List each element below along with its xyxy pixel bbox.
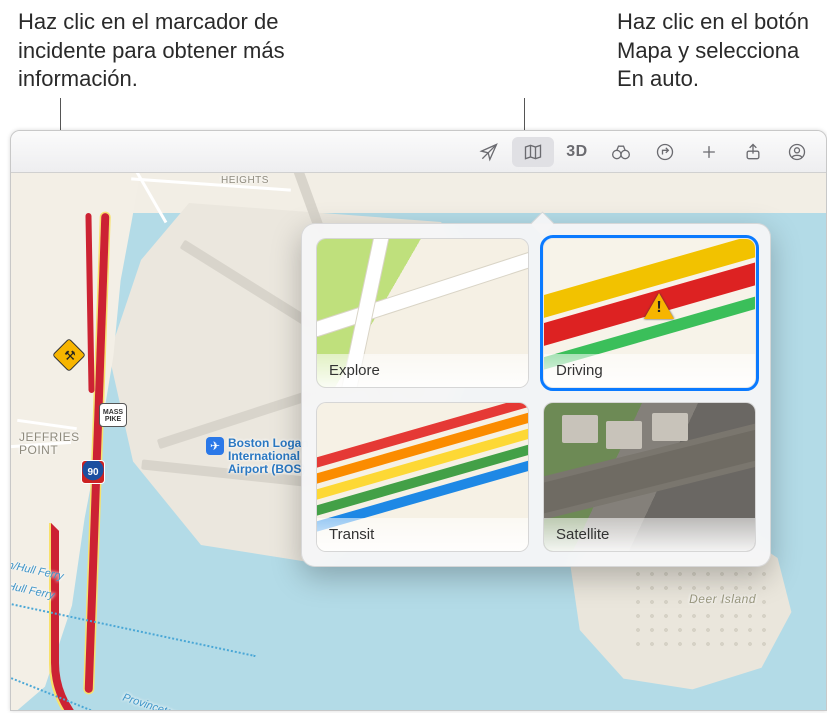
map-mode-explore[interactable]: Explore	[316, 238, 529, 388]
mode-label: Satellite	[544, 518, 755, 551]
map-mode-driving[interactable]: ! Driving	[543, 238, 756, 388]
airport-label: Boston Logan International Airport (BOS)	[228, 437, 309, 477]
callout-incident: Haz clic en el marcador de incidente par…	[18, 8, 285, 130]
directions-icon	[655, 142, 675, 162]
look-around-button[interactable]	[600, 137, 642, 167]
toolbar: 3D	[11, 131, 826, 173]
airplane-icon: ✈	[206, 437, 224, 455]
plus-icon	[699, 142, 719, 162]
share-icon	[743, 142, 763, 162]
location-off-icon	[479, 142, 499, 162]
map-mode-popover: Explore ! Driving	[301, 223, 771, 567]
add-button[interactable]	[688, 137, 730, 167]
mode-label: Driving	[544, 354, 755, 387]
masspike-shield[interactable]: MASS PIKE	[99, 403, 127, 427]
map-canvas[interactable]: HEIGHTS JEFFRIES POINT Deer Island n/Hul…	[11, 173, 826, 710]
directions-button[interactable]	[644, 137, 686, 167]
map-mode-transit[interactable]: Transit	[316, 402, 529, 552]
airport-poi[interactable]: ✈ Boston Logan International Airport (BO…	[206, 437, 309, 477]
map-mode-satellite[interactable]: Satellite	[543, 402, 756, 552]
interstate-shield[interactable]: 90	[81, 460, 105, 484]
share-button[interactable]	[732, 137, 774, 167]
incident-marker[interactable]: ⚒	[57, 343, 83, 369]
mode-label: Explore	[317, 354, 528, 387]
binoculars-icon	[611, 142, 631, 162]
shield-label: MASS PIKE	[103, 409, 123, 423]
hazard-icon: !	[644, 293, 674, 323]
3d-label: 3D	[566, 143, 587, 161]
region-label: HEIGHTS	[221, 175, 269, 186]
map-icon	[523, 142, 543, 162]
account-button[interactable]	[776, 137, 818, 167]
3d-toggle-button[interactable]: 3D	[556, 137, 598, 167]
deer-island-label: Deer Island	[689, 593, 756, 606]
location-toggle-button[interactable]	[468, 137, 510, 167]
map-mode-button[interactable]	[512, 137, 554, 167]
account-icon	[787, 142, 807, 162]
mode-label: Transit	[317, 518, 528, 551]
shield-label: 90	[87, 467, 98, 478]
jeffries-point-label: JEFFRIES POINT	[19, 431, 80, 457]
construction-glyph: ⚒	[57, 343, 83, 369]
callout-map-button: Haz clic en el botón Mapa y selecciona E…	[617, 8, 809, 130]
maps-window: 3D	[10, 130, 827, 711]
